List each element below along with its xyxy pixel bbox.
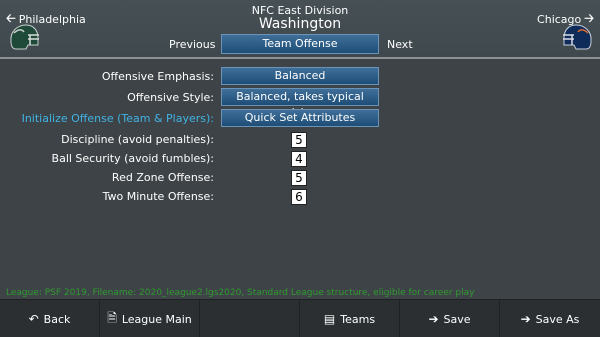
offensive-emphasis-dropdown[interactable]: Balanced [221, 67, 379, 85]
document-icon: 🗎 [107, 310, 117, 325]
save-as-button[interactable]: ➔ Save As [500, 300, 600, 337]
previous-button[interactable]: Previous [169, 38, 216, 51]
red-zone-value[interactable]: 5 [291, 170, 307, 186]
tab-team-offense[interactable]: Team Offense [221, 34, 379, 54]
header: 🡠 Philadelphia NFC East Division Washing… [0, 0, 600, 57]
league-main-button[interactable]: 🗎 League Main [100, 300, 200, 337]
two-minute-label: Two Minute Offense: [102, 190, 214, 203]
ball-security-value[interactable]: 4 [291, 151, 307, 167]
footer-empty-slot [200, 300, 300, 337]
page-title: Washington [258, 16, 342, 32]
teams-label: Teams [340, 312, 376, 326]
initialize-offense-label: Initialize Offense (Team & Players): [21, 112, 214, 125]
discipline-value[interactable]: 5 [291, 132, 307, 148]
two-minute-value[interactable]: 6 [291, 189, 307, 205]
league-main-label: League Main [121, 312, 192, 326]
teams-icon: ▤ [323, 312, 336, 326]
offensive-style-label: Offensive Style: [127, 91, 214, 104]
league-status-text: League: PSF 2019, Filename: 2020_league2… [6, 288, 475, 298]
offensive-style-dropdown[interactable]: Balanced, takes typical risks [221, 88, 379, 119]
chicago-helmet-icon[interactable] [562, 23, 594, 51]
save-label: Save [443, 312, 471, 326]
quick-set-attributes-button[interactable]: Quick Set Attributes [221, 109, 379, 127]
back-arrow-icon: ↶ [28, 312, 39, 326]
save-as-label: Save As [535, 312, 580, 326]
teams-button[interactable]: ▤ Teams [300, 300, 400, 337]
discipline-label: Discipline (avoid penalties): [61, 133, 214, 146]
next-button[interactable]: Next [387, 38, 413, 51]
save-arrow-icon: ➔ [428, 312, 439, 326]
offensive-emphasis-label: Offensive Emphasis: [101, 70, 214, 83]
back-label: Back [43, 312, 71, 326]
red-zone-label: Red Zone Offense: [111, 171, 214, 184]
ball-security-label: Ball Security (avoid fumbles): [51, 152, 214, 165]
header-divider [0, 57, 600, 59]
save-button[interactable]: ➔ Save [400, 300, 500, 337]
save-as-arrow-icon: ➔ [520, 312, 531, 326]
back-button[interactable]: ↶ Back [0, 300, 100, 337]
footer-bar: ↶ Back 🗎 League Main ▤ Teams ➔ Save ➔ Sa… [0, 299, 600, 337]
